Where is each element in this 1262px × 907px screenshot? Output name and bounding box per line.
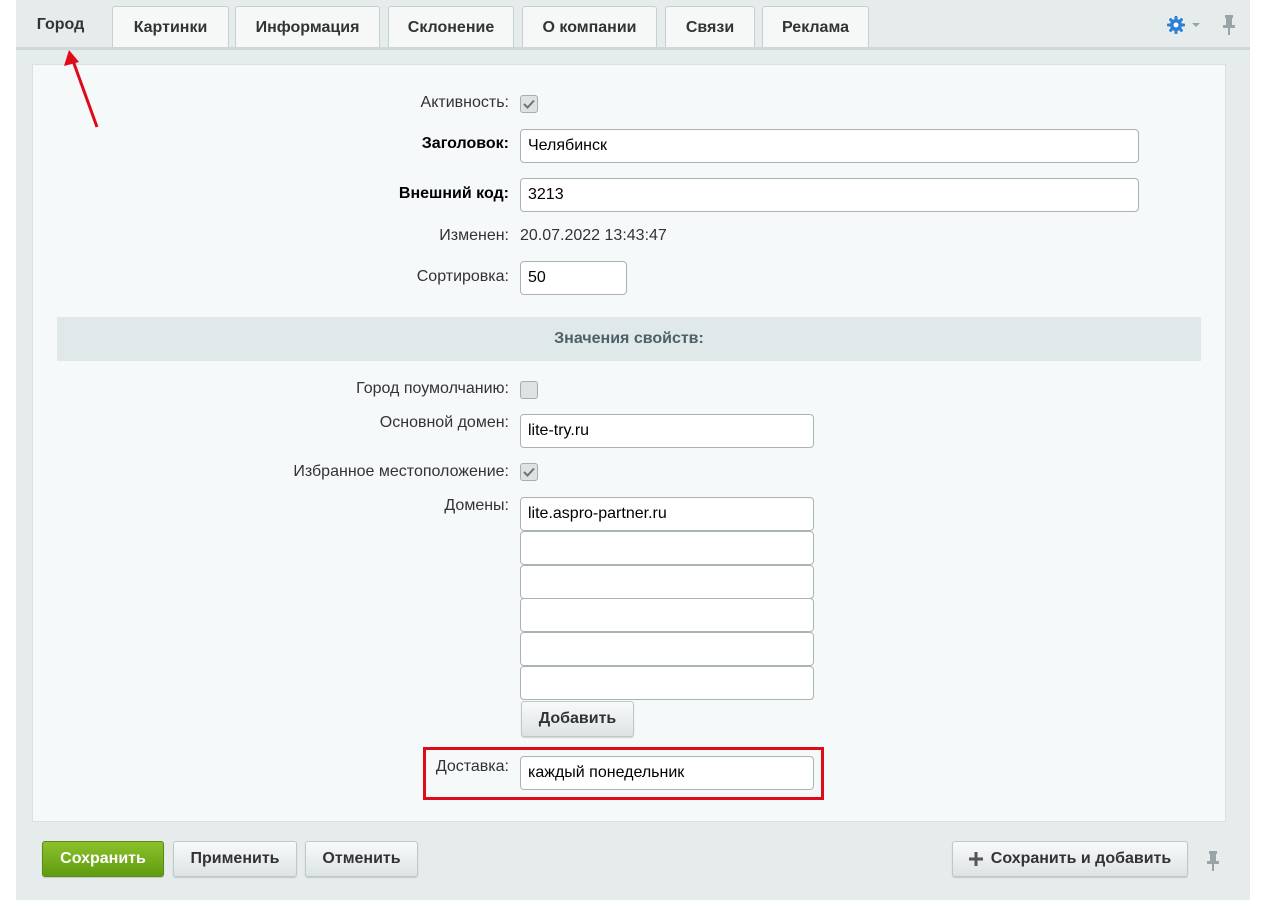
tab-advertising[interactable]: Реклама	[762, 6, 869, 48]
modified-label: Изменен:	[439, 227, 509, 244]
external-code-label: Внешний код:	[398, 185, 509, 202]
settings-menu[interactable]	[1166, 14, 1204, 36]
default-city-checkbox[interactable]	[520, 381, 538, 399]
tab-about-company[interactable]: О компании	[522, 6, 657, 48]
domain-input-4[interactable]	[520, 598, 814, 632]
pin-icon[interactable]	[1221, 13, 1237, 37]
active-label: Активность:	[420, 94, 509, 111]
tab-city[interactable]: Город	[17, 0, 104, 49]
plus-icon	[968, 852, 983, 866]
add-domain-button[interactable]: Добавить	[521, 701, 634, 737]
default-city-label: Город поумолчанию:	[356, 380, 509, 397]
tab-declension[interactable]: Склонение	[388, 6, 514, 48]
delivery-label: Доставка:	[435, 758, 509, 775]
sort-input[interactable]	[520, 261, 627, 295]
domain-input-2[interactable]	[520, 531, 814, 565]
save-and-add-button[interactable]: Сохранить и добавить	[952, 841, 1188, 877]
properties-section-header: Значения свойств:	[57, 317, 1201, 361]
chevron-down-icon	[1192, 23, 1200, 27]
domain-input-3[interactable]	[520, 565, 814, 599]
sort-label: Сортировка:	[416, 268, 509, 285]
delivery-input[interactable]	[520, 756, 814, 790]
save-button[interactable]: Сохранить	[42, 841, 164, 877]
save-and-add-label: Сохранить и добавить	[990, 850, 1172, 867]
favorite-location-label: Избранное местоположение:	[293, 463, 509, 480]
check-icon	[523, 467, 535, 477]
apply-button[interactable]: Применить	[173, 841, 297, 877]
cancel-button[interactable]: Отменить	[305, 841, 418, 877]
tab-pictures[interactable]: Картинки	[112, 6, 229, 48]
external-code-input[interactable]	[520, 178, 1139, 212]
main-domain-input[interactable]	[520, 414, 814, 448]
modified-value: 20.07.2022 13:43:47	[520, 227, 667, 244]
tab-links[interactable]: Связи	[665, 6, 755, 48]
tab-underline	[16, 47, 1250, 50]
title-input[interactable]	[520, 129, 1139, 163]
check-icon	[523, 99, 535, 109]
favorite-location-checkbox[interactable]	[520, 463, 538, 481]
gear-icon	[1167, 16, 1185, 34]
domain-input-1[interactable]	[520, 497, 814, 531]
title-label: Заголовок:	[421, 135, 509, 152]
domain-input-6[interactable]	[520, 666, 814, 700]
active-checkbox[interactable]	[520, 95, 538, 113]
domain-input-5[interactable]	[520, 632, 814, 666]
tab-information[interactable]: Информация	[235, 6, 380, 48]
footer-pin-icon[interactable]	[1205, 849, 1221, 873]
main-domain-label: Основной домен:	[379, 414, 509, 431]
domains-label: Домены:	[444, 497, 509, 514]
